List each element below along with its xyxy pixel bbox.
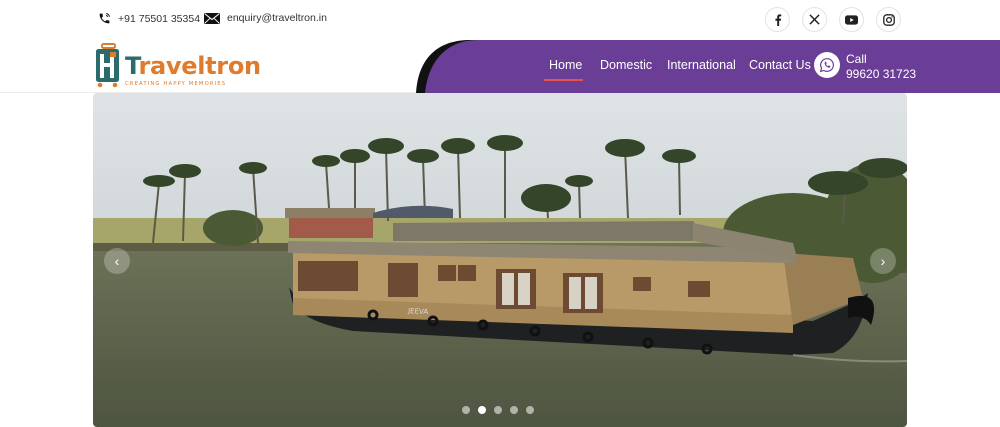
slider-dot-4[interactable]	[510, 406, 518, 414]
site-header: Traveltron CREATING HAPPY MEMORIES Home …	[0, 40, 1000, 93]
slider-dot-2[interactable]	[478, 406, 486, 414]
phone-icon	[99, 13, 110, 24]
nav-home[interactable]: Home	[549, 58, 582, 72]
nav-contact-us[interactable]: Contact Us	[749, 58, 811, 72]
main-navigation: Home Domestic International Contact Us C…	[0, 40, 1000, 93]
nav-active-indicator	[544, 79, 583, 81]
nav-domestic[interactable]: Domestic	[600, 58, 652, 72]
slider-dot-1[interactable]	[462, 406, 470, 414]
chevron-right-icon: ›	[880, 253, 886, 269]
call-number[interactable]: 99620 31723	[846, 67, 916, 81]
slider-next-button[interactable]: ›	[870, 248, 896, 274]
youtube-link[interactable]	[839, 7, 864, 32]
slider-dot-3[interactable]	[494, 406, 502, 414]
slider-pagination	[462, 406, 534, 414]
hero-slider: JEEVA ‹ ›	[93, 93, 907, 427]
boat-name-text: JEEVA	[407, 307, 429, 316]
instagram-icon	[882, 13, 895, 26]
mail-icon	[204, 12, 220, 24]
whatsapp-icon	[819, 58, 834, 73]
nav-international[interactable]: International	[667, 58, 736, 72]
x-twitter-icon	[809, 14, 820, 25]
email-address: enquiry@traveltron.in	[227, 12, 327, 24]
slider-dot-5[interactable]	[526, 406, 534, 414]
x-twitter-link[interactable]	[802, 7, 827, 32]
email-contact[interactable]: enquiry@traveltron.in	[204, 12, 327, 24]
houseboat-backwater-photo: JEEVA	[93, 93, 907, 427]
facebook-icon	[774, 13, 781, 26]
top-contact-bar: +91 75501 35354 enquiry@traveltron.in	[0, 0, 1000, 40]
slider-prev-button[interactable]: ‹	[104, 248, 130, 274]
facebook-link[interactable]	[765, 7, 790, 32]
phone-contact[interactable]: +91 75501 35354	[98, 12, 200, 25]
chevron-left-icon: ‹	[114, 253, 120, 269]
instagram-link[interactable]	[876, 7, 901, 32]
whatsapp-call-button[interactable]	[814, 52, 840, 78]
youtube-icon	[845, 14, 858, 25]
phone-number: +91 75501 35354	[118, 12, 201, 25]
call-label: Call	[846, 52, 867, 66]
